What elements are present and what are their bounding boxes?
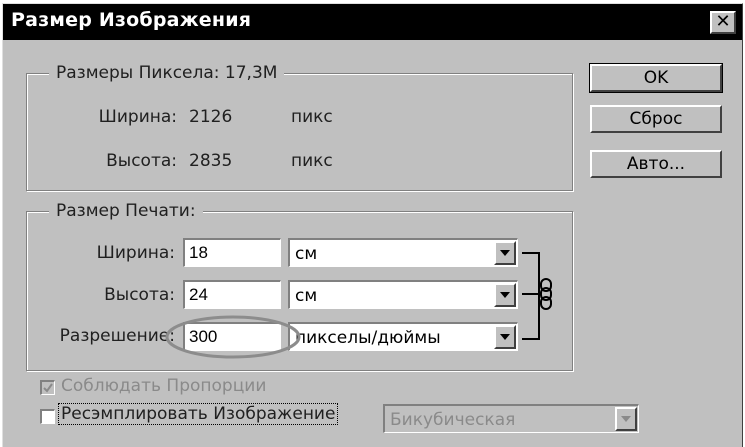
resolution-unit-value: пикселы/дюймы <box>295 328 441 348</box>
dialog-title: Размер Изображения <box>11 9 252 31</box>
print-height-unit-value: см <box>295 286 318 306</box>
pixel-height-label: Высота: <box>106 151 177 171</box>
title-bar[interactable]: Размер Изображения ✕ <box>3 4 742 40</box>
close-button[interactable]: ✕ <box>710 11 736 34</box>
ok-button[interactable]: OK <box>589 63 723 93</box>
bracket-tick-middle <box>522 293 538 295</box>
pixel-dimensions-group <box>26 73 573 191</box>
resample-method-select[interactable]: Бикубическая <box>383 404 639 433</box>
chevron-down-icon[interactable] <box>494 241 516 265</box>
resample-image-label[interactable]: Ресэмплировать Изображение <box>57 403 339 425</box>
chevron-down-icon[interactable] <box>494 283 516 307</box>
print-width-unit-select[interactable]: см <box>288 238 518 267</box>
resolution-unit-select[interactable]: пикселы/дюймы <box>288 322 518 351</box>
pixel-dimensions-legend: Размеры Пиксела: 17,3М <box>49 63 285 83</box>
print-height-label: Высота: <box>104 285 175 305</box>
image-size-dialog: Размер Изображения ✕ Размеры Пиксела: 17… <box>2 3 743 447</box>
print-size-legend: Размер Печати: <box>49 201 203 221</box>
pixel-width-value: 2126 <box>189 107 233 127</box>
print-width-label: Ширина: <box>96 243 175 263</box>
highlight-ellipse <box>165 315 301 359</box>
chain-link-icon <box>540 278 552 310</box>
print-height-unit-select[interactable]: см <box>288 280 518 309</box>
resolution-label: Разрешение: <box>59 326 175 346</box>
constrain-proportions-checkbox[interactable] <box>40 380 55 395</box>
resample-method-value: Бикубическая <box>390 410 516 430</box>
pixel-height-unit: пикс <box>291 151 333 171</box>
auto-button[interactable]: Авто... <box>590 150 722 178</box>
reset-button[interactable]: Сброс <box>590 105 722 133</box>
print-height-input[interactable] <box>183 280 281 309</box>
pixel-width-unit: пикс <box>291 107 333 127</box>
pixel-width-label: Ширина: <box>98 107 177 127</box>
print-width-input[interactable] <box>183 238 281 267</box>
chevron-down-icon[interactable] <box>615 407 637 431</box>
resample-image-checkbox[interactable] <box>40 409 55 424</box>
print-width-unit-value: см <box>295 244 318 264</box>
checkmark-icon <box>43 383 53 393</box>
constrain-proportions-label: Соблюдать Пропорции <box>61 376 267 396</box>
pixel-height-value: 2835 <box>189 151 233 171</box>
close-icon: ✕ <box>715 11 731 32</box>
chevron-down-icon[interactable] <box>494 325 516 349</box>
